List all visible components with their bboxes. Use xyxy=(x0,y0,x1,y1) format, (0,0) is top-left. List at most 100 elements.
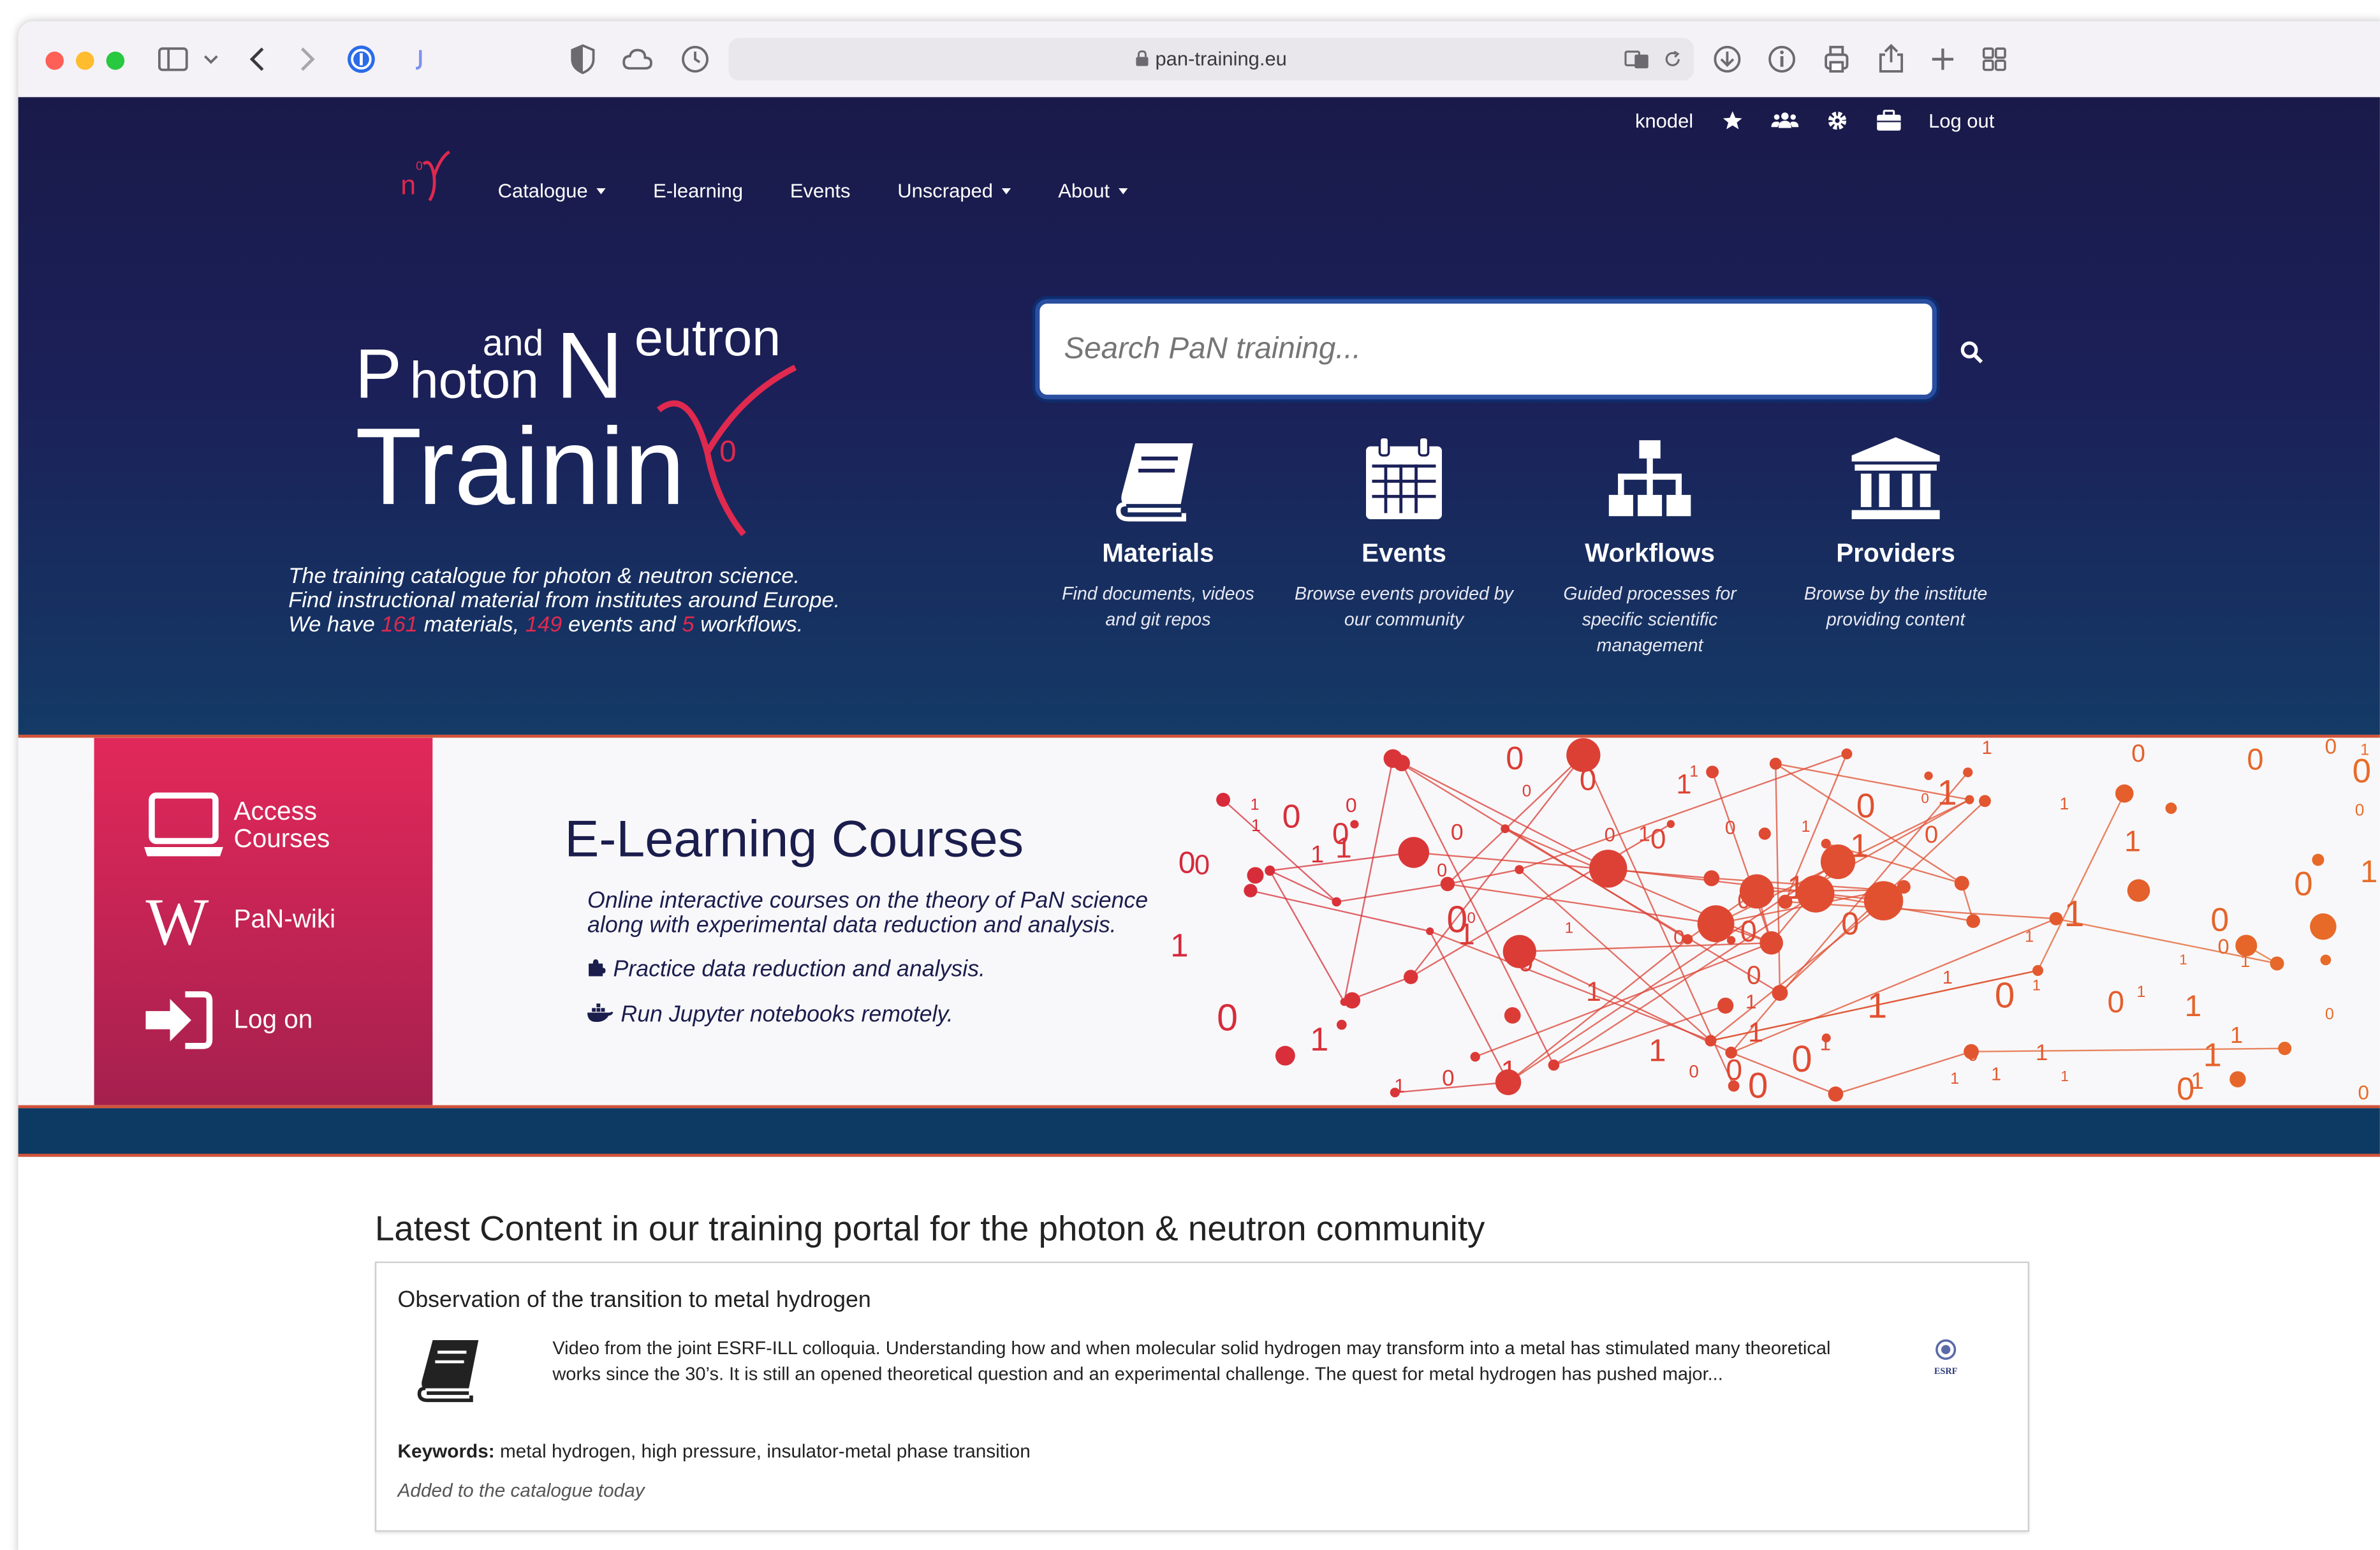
network-node xyxy=(1739,874,1774,909)
search-input[interactable] xyxy=(1061,330,1917,369)
binary-digit: 1 xyxy=(1689,763,1698,781)
keywords-label: Keywords: xyxy=(397,1440,495,1462)
binary-digit: 0 xyxy=(1194,850,1210,880)
zoom-window-button[interactable] xyxy=(106,51,125,70)
forward-icon[interactable] xyxy=(288,41,325,77)
privacy-shield-icon[interactable] xyxy=(564,41,601,77)
elearning-intro-line2: along with experimental data reduction a… xyxy=(587,912,1117,938)
network-node xyxy=(2032,964,2044,977)
network-node xyxy=(1247,867,1264,884)
network-node xyxy=(1350,820,1359,829)
cloud-icon[interactable] xyxy=(619,41,656,77)
binary-digit: 1 xyxy=(1748,1017,1763,1048)
back-icon[interactable] xyxy=(240,41,276,77)
feature-workflows[interactable]: Workflows Guided processes for specific … xyxy=(1536,434,1764,659)
nav-elearning[interactable]: E-learning xyxy=(653,179,743,202)
nav-events[interactable]: Events xyxy=(790,179,851,202)
translate-icon[interactable] xyxy=(1624,48,1652,70)
binary-digit: 1 xyxy=(1311,841,1324,868)
tagline-line1: The training catalogue for photon & neut… xyxy=(288,565,800,589)
password-manager-icon[interactable] xyxy=(343,41,379,77)
site-logo-small[interactable]: n 0 xyxy=(398,145,459,206)
extension-j-icon[interactable] xyxy=(400,41,437,77)
feature-providers[interactable]: Providers Browse by the institute provid… xyxy=(1782,434,2009,633)
briefcase-icon[interactable] xyxy=(1876,109,1901,132)
log-on-link[interactable]: Log on xyxy=(143,990,313,1051)
search-icon[interactable] xyxy=(1960,340,1984,364)
network-node xyxy=(1390,1088,1400,1098)
network-node xyxy=(1963,767,1973,778)
binary-digit: 0 xyxy=(1506,740,1524,776)
address-text: pan-training.eu xyxy=(728,47,1694,70)
binary-digit: 0 xyxy=(2325,738,2337,759)
feature-workflows-desc: Guided processes for specific scientific… xyxy=(1563,582,1737,656)
browser-window: pan-training.eu knodel Log out n 0 Catal… xyxy=(18,21,2380,1550)
binary-digit: 0 xyxy=(1346,793,1357,816)
pan-wiki-link[interactable]: W PaN-wiki xyxy=(143,890,335,950)
info-icon[interactable] xyxy=(1764,41,1800,77)
network-node xyxy=(1566,738,1601,772)
minimize-window-button[interactable] xyxy=(76,51,94,70)
network-edge xyxy=(1401,762,1609,869)
feature-materials-title: Materials xyxy=(1102,538,1214,568)
binary-digit: 0 xyxy=(2108,985,2125,1019)
nav-catalogue[interactable]: Catalogue xyxy=(498,179,606,202)
binary-digit: 0 xyxy=(1179,846,1196,880)
nav-unscraped[interactable]: Unscraped xyxy=(897,179,1011,202)
logout-link[interactable]: Log out xyxy=(1928,109,1994,132)
gear-icon[interactable] xyxy=(1825,109,1848,132)
network-node xyxy=(1404,970,1418,984)
network-node xyxy=(1820,844,1856,880)
new-tab-icon[interactable] xyxy=(1925,41,1961,77)
tab-overview-icon[interactable] xyxy=(1976,41,2013,77)
download-icon[interactable] xyxy=(1709,41,1745,77)
network-edge xyxy=(1971,1047,2285,1052)
binary-digit: 0 xyxy=(1689,1061,1698,1081)
card-title-link[interactable]: Observation of the transition to metal h… xyxy=(398,1287,871,1313)
network-node xyxy=(1666,820,1675,829)
feature-events[interactable]: Events Browse events provided by our com… xyxy=(1290,434,1518,633)
sidebar-icon[interactable] xyxy=(155,41,191,77)
network-node xyxy=(2320,954,2332,966)
users-icon[interactable] xyxy=(1770,109,1798,132)
reload-icon[interactable] xyxy=(1663,50,1682,69)
network-node xyxy=(1697,905,1735,943)
binary-digit: 0 xyxy=(1282,798,1301,835)
binary-digit: 1 xyxy=(2185,989,2201,1023)
binary-digit: 1 xyxy=(1943,968,1953,988)
binary-digit: 0 xyxy=(1925,821,1938,848)
print-icon[interactable] xyxy=(1818,41,1855,77)
provider-logo[interactable]: ESRF xyxy=(1928,1339,1964,1377)
nav-about[interactable]: About xyxy=(1058,179,1128,202)
binary-digit: 1 xyxy=(1565,919,1574,936)
network-node xyxy=(2049,912,2063,926)
close-window-button[interactable] xyxy=(45,51,64,70)
binary-digit: 0 xyxy=(1791,1038,1812,1080)
log-on-label: Log on xyxy=(233,1005,313,1034)
address-bar[interactable]: pan-training.eu xyxy=(728,38,1694,81)
search-box xyxy=(1035,299,1937,399)
network-node xyxy=(2278,1042,2292,1056)
network-node xyxy=(1966,914,1980,928)
network-node xyxy=(1515,865,1524,875)
network-node xyxy=(2165,802,2177,815)
lock-icon xyxy=(1136,50,1149,66)
elearning-intro-line1: Online interactive courses on the theory… xyxy=(587,888,1149,914)
network-node xyxy=(1728,1080,1740,1092)
network-node xyxy=(1398,837,1430,868)
card-added-date: Added to the catalogue today xyxy=(397,1480,645,1502)
username-link[interactable]: knodel xyxy=(1635,109,1693,132)
docker-whale-icon xyxy=(587,1003,613,1022)
access-courses-link[interactable]: Access Courses xyxy=(143,792,355,859)
chevron-down-icon[interactable] xyxy=(200,41,221,77)
feature-materials[interactable]: Materials Find documents, videos and git… xyxy=(1044,434,1272,633)
history-icon[interactable] xyxy=(677,41,713,77)
network-node xyxy=(2310,913,2337,940)
esrf-logo-icon xyxy=(1936,1339,1957,1360)
star-icon[interactable] xyxy=(1721,109,1744,132)
elearning-bullet1-text: Practice data reduction and analysis. xyxy=(613,956,985,982)
feature-providers-desc: Browse by the institute providing conten… xyxy=(1803,582,1988,630)
share-icon[interactable] xyxy=(1873,41,1909,77)
content-card[interactable]: Observation of the transition to metal h… xyxy=(374,1261,2030,1532)
binary-digit: 0 xyxy=(2325,1005,2334,1023)
